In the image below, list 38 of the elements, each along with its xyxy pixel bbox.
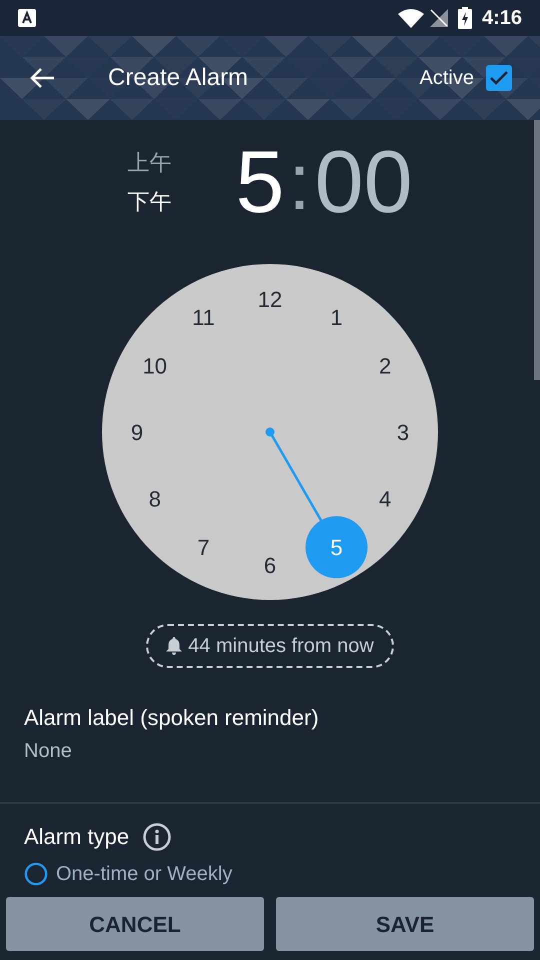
- clock-number[interactable]: 1: [330, 304, 343, 330]
- save-button[interactable]: SAVE: [276, 897, 534, 951]
- battery-charging-icon: [458, 7, 472, 29]
- wifi-icon: [398, 8, 424, 28]
- alarm-type-option[interactable]: One-time or Weekly: [56, 859, 232, 889]
- period-option[interactable]: 上午: [127, 146, 172, 179]
- setting-title: Alarm type: [24, 823, 130, 851]
- clock-number[interactable]: 2: [379, 354, 392, 378]
- cancel-button[interactable]: CANCEL: [6, 897, 264, 951]
- clock-number[interactable]: 11: [192, 304, 215, 330]
- back-arrow-icon: [29, 67, 55, 89]
- radio-icon[interactable]: [24, 862, 48, 886]
- period-option[interactable]: 下午: [127, 185, 172, 218]
- clock-number[interactable]: 3: [396, 420, 410, 445]
- setting-value: None: [24, 739, 73, 764]
- setting-row[interactable]: Alarm label (spoken reminder) None: [0, 704, 540, 804]
- active-checkbox[interactable]: [486, 65, 512, 91]
- bell-icon: [166, 637, 182, 655]
- clock-number[interactable]: 8: [148, 486, 161, 512]
- clock-number[interactable]: 9: [130, 420, 144, 445]
- status-time: 4:16: [482, 6, 522, 31]
- clock-number[interactable]: 4: [379, 486, 392, 512]
- countdown-text: 44 minutes from now: [188, 634, 374, 659]
- time-separator: :: [288, 142, 311, 222]
- screen-title: Create Alarm: [108, 63, 248, 93]
- minutes-value[interactable]: 00: [314, 138, 413, 226]
- clock-number[interactable]: 7: [197, 535, 210, 560]
- check-icon: [489, 70, 509, 86]
- info-icon[interactable]: [143, 822, 172, 850]
- clock-number[interactable]: 12: [258, 287, 282, 312]
- clock-dial[interactable]: 12 1 2 3 4 5 6 7 8 9 10 11: [100, 262, 440, 602]
- app-notification-icon: [18, 9, 36, 27]
- hour-value[interactable]: 5: [235, 138, 284, 226]
- no-signal-icon: [430, 9, 448, 27]
- setting-title: Alarm label (spoken reminder): [24, 704, 320, 732]
- clock-number[interactable]: 10: [142, 354, 168, 378]
- active-label: Active: [420, 66, 474, 91]
- clock-number[interactable]: 6: [264, 553, 276, 578]
